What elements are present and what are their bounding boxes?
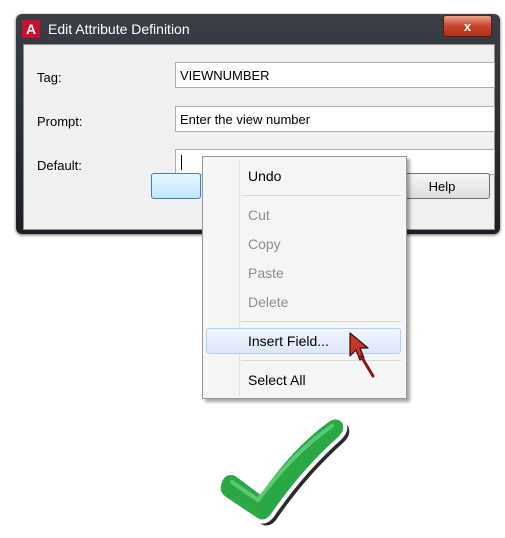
ok-button[interactable] bbox=[151, 173, 201, 199]
menu-item-copy[interactable]: Copy bbox=[206, 231, 401, 257]
tag-field[interactable]: VIEWNUMBER bbox=[175, 62, 495, 88]
close-icon: x bbox=[463, 18, 472, 34]
close-button[interactable]: x bbox=[443, 15, 492, 37]
menu-item-cut[interactable]: Cut bbox=[206, 202, 401, 228]
title-bar[interactable]: A Edit Attribute Definition x bbox=[16, 14, 500, 44]
menu-separator bbox=[241, 321, 401, 322]
checkmark-icon bbox=[216, 415, 350, 526]
prompt-label: Prompt: bbox=[37, 114, 83, 129]
menu-item-delete[interactable]: Delete bbox=[206, 289, 401, 315]
prompt-field[interactable]: Enter the view number bbox=[175, 106, 495, 132]
text-caret bbox=[181, 155, 182, 170]
tag-label: Tag: bbox=[37, 70, 62, 85]
menu-separator bbox=[241, 195, 401, 196]
dialog-title: Edit Attribute Definition bbox=[48, 21, 190, 37]
mouse-cursor-icon bbox=[349, 332, 375, 378]
help-button[interactable]: Help bbox=[394, 173, 490, 199]
menu-item-paste[interactable]: Paste bbox=[206, 260, 401, 286]
menu-item-undo[interactable]: Undo bbox=[206, 163, 401, 189]
default-label: Default: bbox=[37, 158, 82, 173]
autocad-icon: A bbox=[22, 20, 40, 38]
